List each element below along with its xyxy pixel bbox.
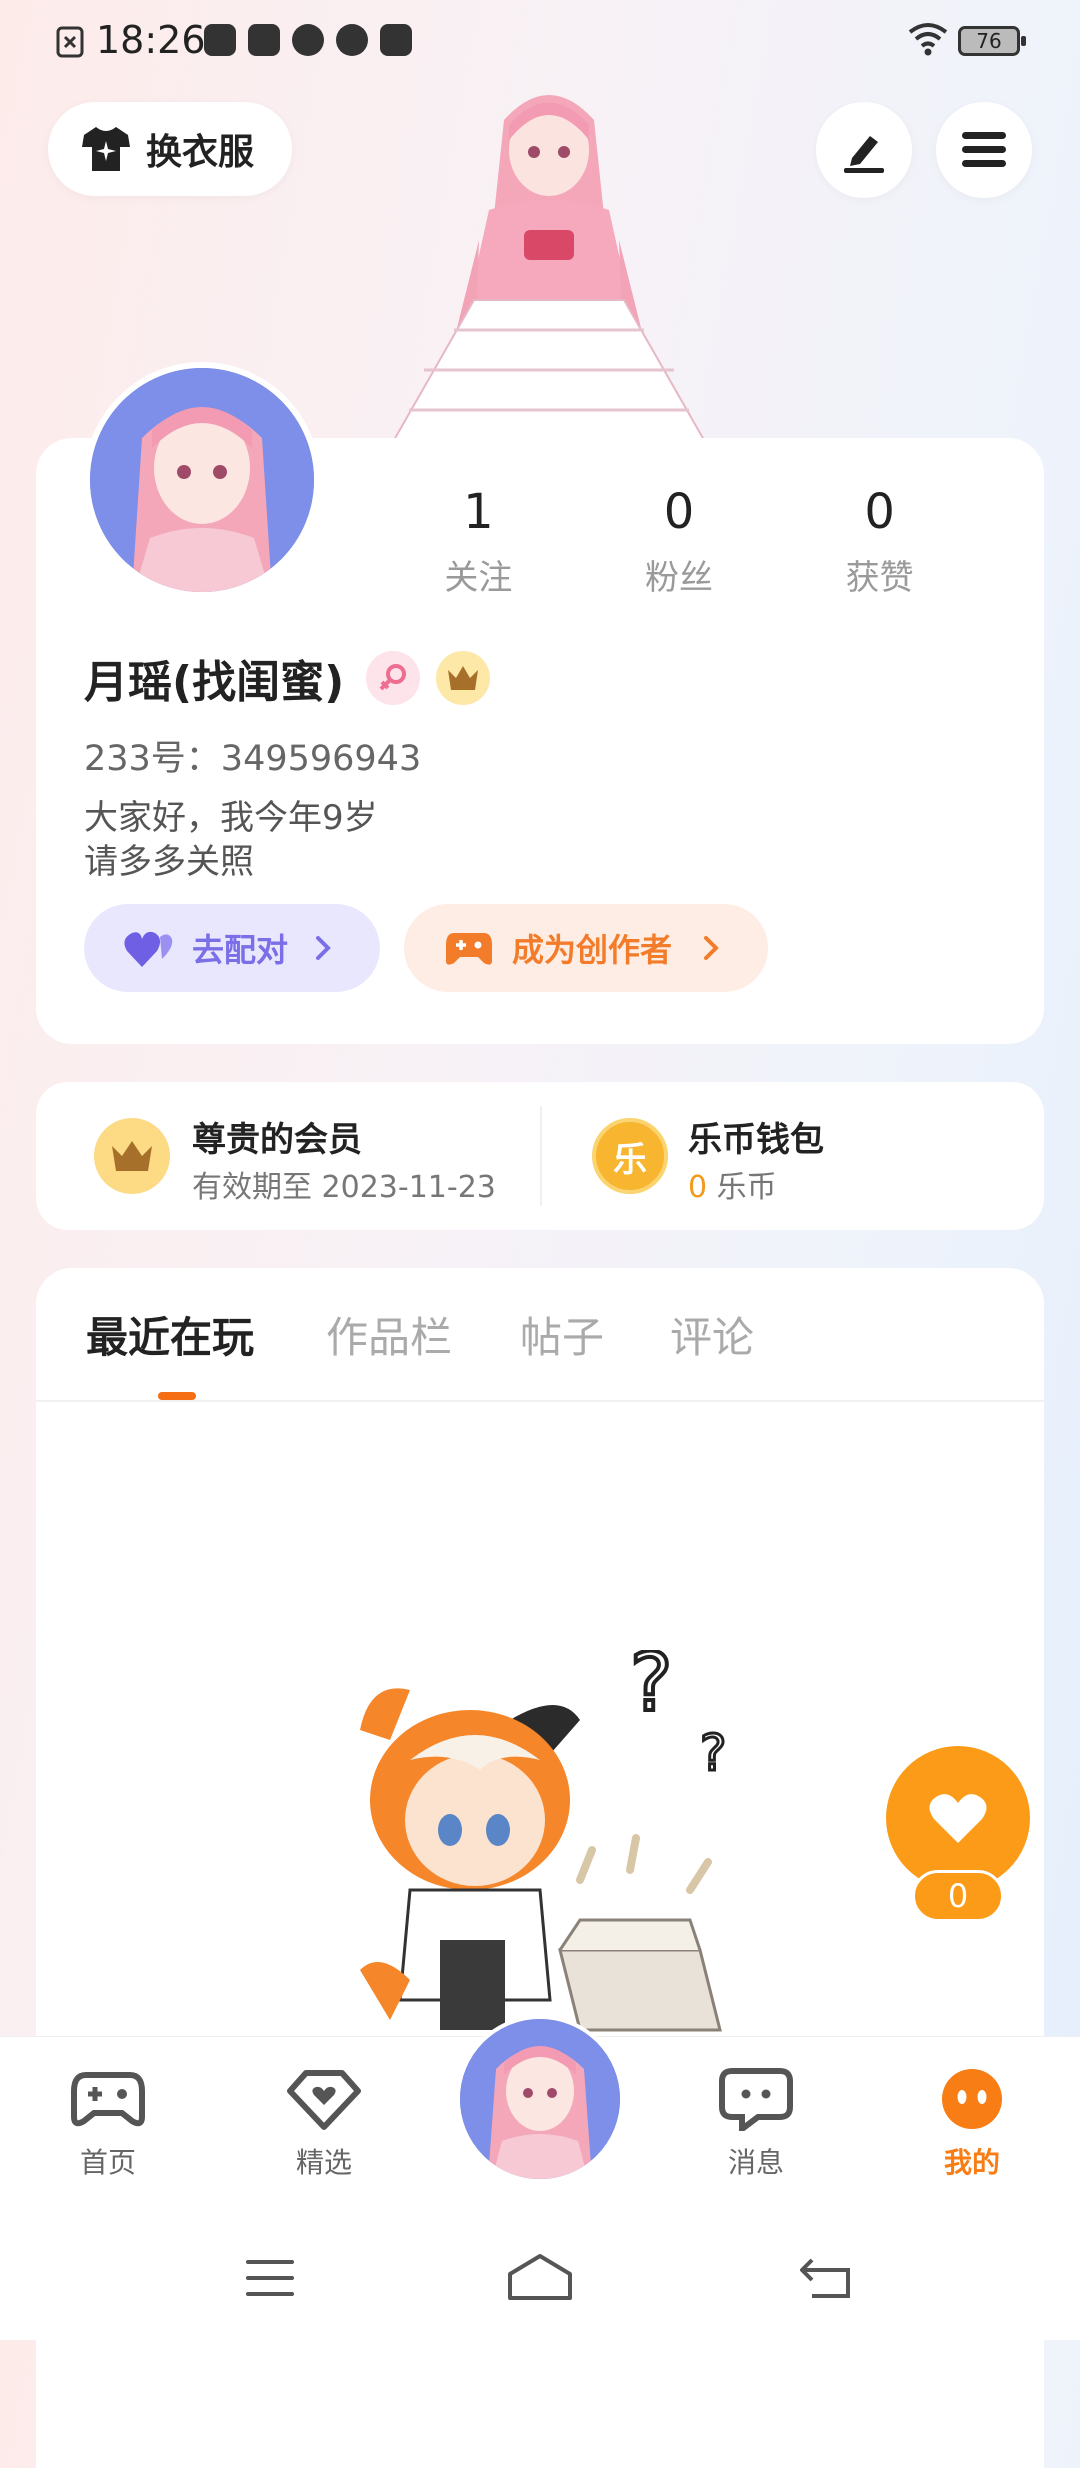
mail-notification-icon	[204, 24, 236, 56]
member-wallet-card: 尊贵的会员 有效期至 2023-11-23 乐 乐币钱包 0 乐币	[36, 1082, 1044, 1230]
change-outfit-label: 换衣服	[146, 132, 255, 173]
wifi-icon	[908, 23, 948, 56]
wallet-unit: 乐币	[716, 1170, 777, 1205]
change-outfit-button[interactable]: 换衣服	[48, 102, 292, 196]
avatar-image	[460, 2019, 620, 2179]
tab-divider	[36, 1400, 1044, 1402]
stat-number: 0	[663, 484, 695, 540]
heart-diamond-icon	[287, 2070, 361, 2130]
stat-followers[interactable]: 0 粉丝	[579, 484, 780, 599]
play-notification-icon	[380, 24, 412, 56]
avatar[interactable]	[84, 362, 320, 598]
user-bio: 大家好，我今年9岁 请多多关照	[84, 796, 378, 884]
home-icon[interactable]	[506, 2252, 574, 2302]
nav-me-label: 我的	[943, 2146, 1000, 2179]
profile-face-icon	[942, 2069, 1002, 2129]
status-time: 18:26	[96, 18, 206, 62]
tab-comments[interactable]: 评论	[670, 1304, 754, 1365]
hearts-icon	[124, 931, 173, 967]
coin-icon: 乐	[592, 1118, 668, 1194]
tab-works[interactable]: 作品栏	[326, 1304, 452, 1365]
nav-messages-label: 消息	[727, 2146, 784, 2179]
empty-state-illustration: ? ?	[360, 1650, 728, 2032]
become-creator-label: 成为创作者	[512, 931, 673, 969]
stat-number: 1	[463, 484, 494, 540]
wallet-title: 乐币钱包	[688, 1120, 824, 1160]
back-icon[interactable]	[796, 2256, 852, 2300]
active-tab-indicator	[158, 1392, 196, 1400]
like-count: 0	[912, 1870, 1004, 1922]
bio-line: 请多多关照	[84, 842, 254, 882]
chevron-right-icon	[316, 936, 331, 960]
nav-featured-label: 精选	[295, 2146, 352, 2179]
recent-apps-icon[interactable]	[244, 2258, 296, 2298]
shirt-icon	[82, 127, 130, 171]
user-name: 月瑶(找闺蜜)	[84, 657, 345, 708]
link-notification-icon	[292, 24, 324, 56]
tab-recently-played[interactable]: 最近在玩	[86, 1304, 254, 1365]
member-crown-icon	[94, 1118, 170, 1194]
stat-number: 0	[864, 484, 895, 540]
user-id[interactable]: 233号：349596943	[84, 730, 421, 781]
stat-label: 关注	[444, 558, 513, 598]
stat-label: 获赞	[845, 558, 914, 598]
nav-featured[interactable]: 精选	[264, 2067, 384, 2181]
edit-profile-button[interactable]	[816, 102, 912, 198]
nav-messages[interactable]: 消息	[696, 2067, 816, 2181]
member-expiry: 有效期至 2023-11-23	[192, 1170, 496, 1205]
bio-line: 大家好，我今年9岁	[84, 798, 378, 838]
status-bar: 18:26 76	[0, 0, 1080, 80]
chat-bubble-icon	[719, 2068, 793, 2135]
chevron-right-icon	[704, 936, 719, 960]
pair-button[interactable]: 去配对	[84, 904, 380, 992]
pair-label: 去配对	[192, 931, 289, 969]
app-notification-icon	[248, 24, 280, 56]
vip-crown-icon[interactable]	[436, 651, 491, 705]
nav-avatar-button[interactable]	[456, 2015, 624, 2183]
stat-following[interactable]: 1 关注	[378, 484, 579, 599]
chat-notification-icon	[336, 24, 368, 56]
membership-entry[interactable]: 尊贵的会员 有效期至 2023-11-23	[36, 1082, 540, 1230]
tab-posts[interactable]: 帖子	[520, 1304, 604, 1365]
become-creator-button[interactable]: 成为创作者	[404, 904, 768, 992]
wallet-balance: 0 乐币	[688, 1162, 777, 1206]
stat-label: 粉丝	[645, 558, 713, 598]
heart-icon	[929, 1794, 987, 1843]
battery-icon: 76	[958, 26, 1026, 56]
avatar-character-art	[392, 95, 706, 440]
member-title: 尊贵的会员	[192, 1120, 362, 1160]
gamepad-icon	[71, 2072, 145, 2127]
female-gender-icon	[366, 651, 421, 705]
screenshot-notification-icon	[56, 26, 84, 58]
name-row: 月瑶(找闺蜜)	[84, 646, 491, 710]
menu-button[interactable]	[936, 102, 1032, 198]
wallet-amount: 0	[688, 1170, 708, 1205]
gamepad-icon	[446, 933, 492, 965]
nav-me[interactable]: 我的	[912, 2067, 1032, 2181]
svg-text:?: ?	[630, 1650, 672, 1729]
system-navigation-bar	[0, 2216, 1080, 2340]
bottom-navigation: 首页 精选 消息 我的	[0, 2015, 1080, 2217]
like-button[interactable]	[886, 1746, 1030, 1890]
avatar-image	[90, 368, 314, 592]
nav-home[interactable]: 首页	[48, 2067, 168, 2181]
stat-likes[interactable]: 0 获赞	[779, 484, 980, 599]
pen-icon	[844, 136, 884, 173]
svg-text:?: ?	[700, 1724, 727, 1782]
hamburger-menu-icon	[962, 132, 1006, 167]
wallet-entry[interactable]: 乐 乐币钱包 0 乐币	[540, 1082, 1044, 1230]
nav-home-label: 首页	[79, 2146, 136, 2179]
profile-stats: 1 关注 0 粉丝 0 获赞	[440, 484, 980, 599]
